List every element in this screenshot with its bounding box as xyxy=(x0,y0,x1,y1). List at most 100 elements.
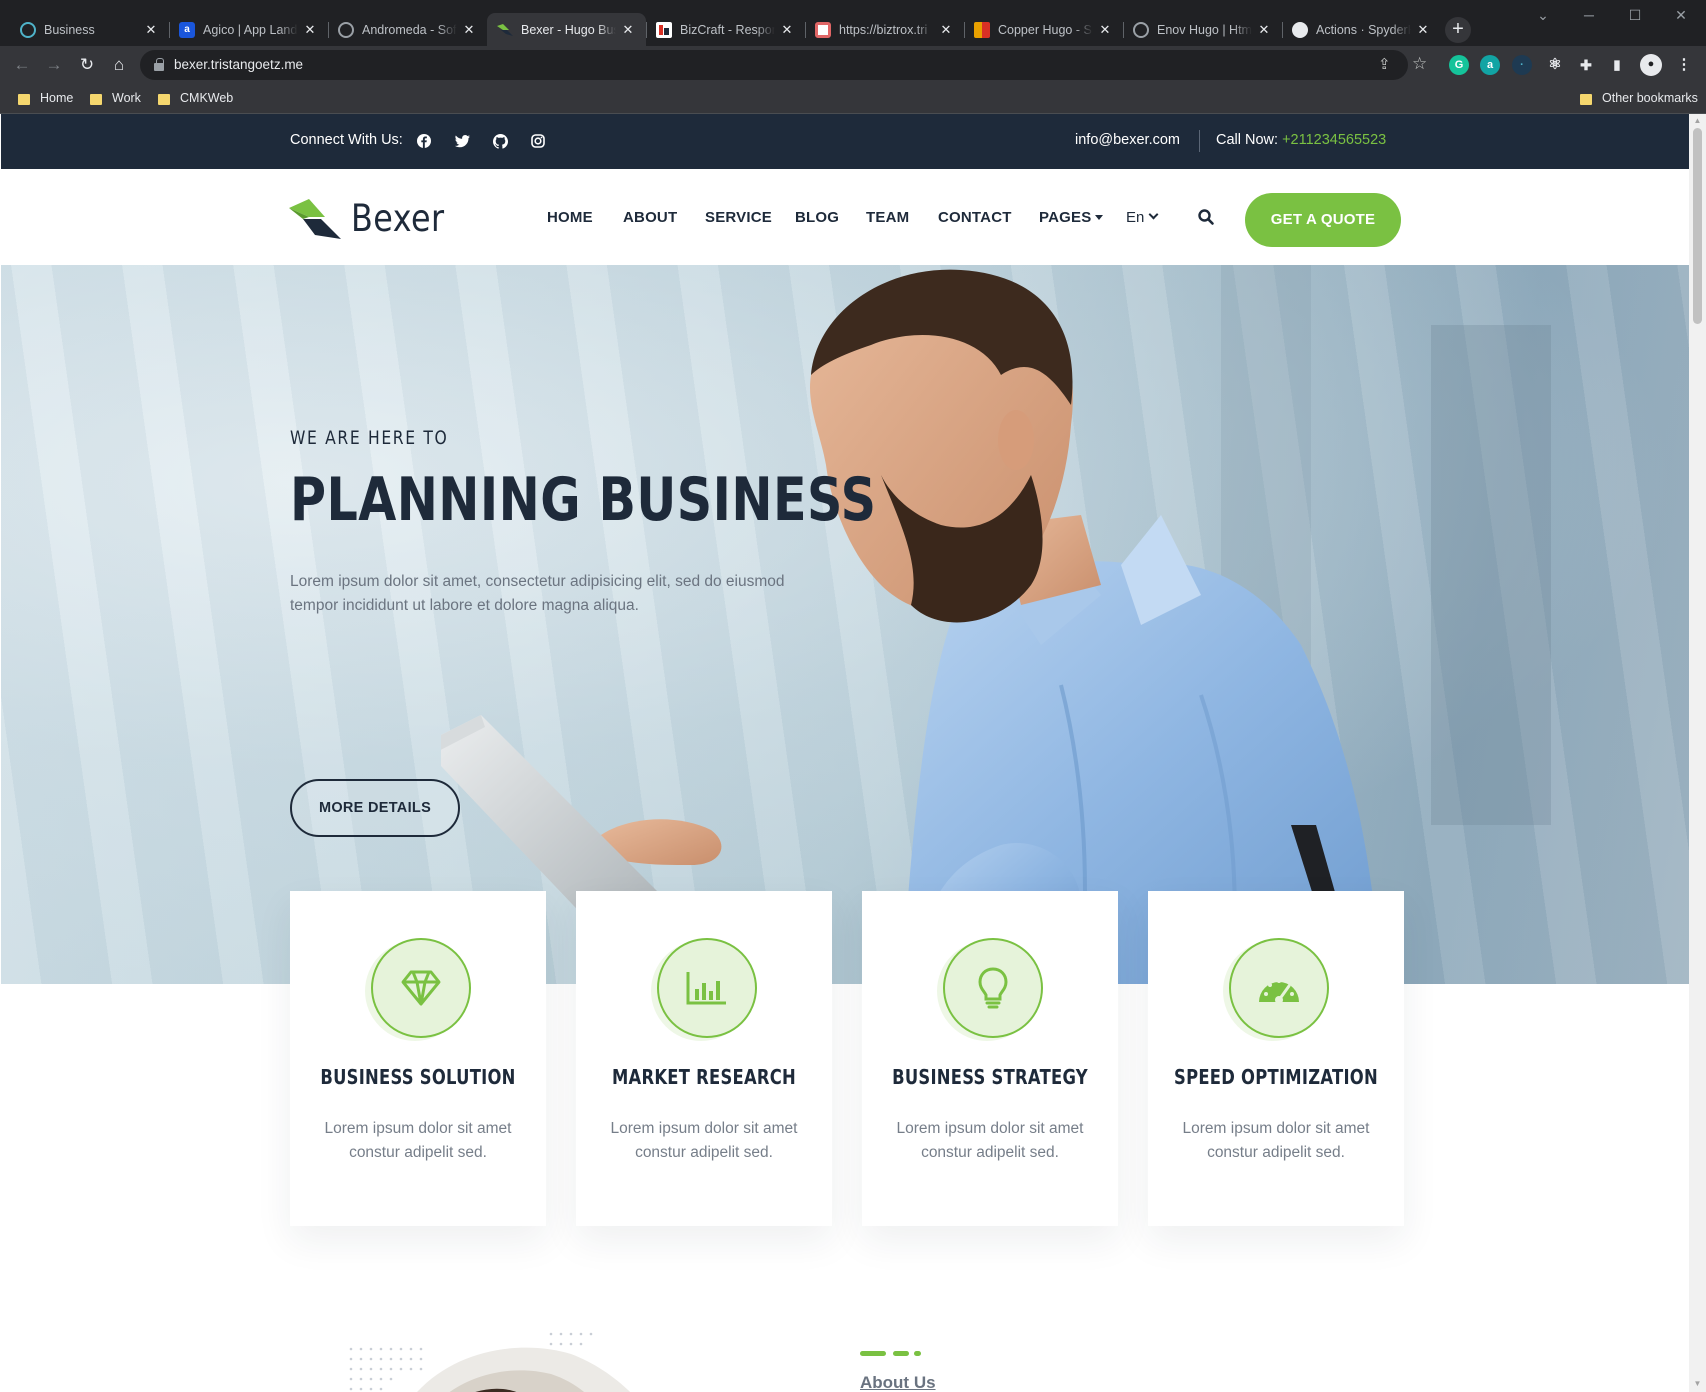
forward-icon[interactable]: → xyxy=(43,54,65,76)
back-icon[interactable]: ← xyxy=(11,54,33,76)
bar-chart-icon xyxy=(657,938,757,1038)
tab-bizcraft[interactable]: BizCraft - Respon ✕ xyxy=(646,13,805,46)
connect-label: Connect With Us: xyxy=(290,132,403,148)
folder-icon xyxy=(1580,93,1592,105)
nav-team[interactable]: TEAM xyxy=(866,209,909,226)
facebook-icon[interactable] xyxy=(412,129,436,153)
call-label: Call Now: xyxy=(1216,132,1279,148)
feature-card[interactable]: BUSINESS SOLUTION Lorem ipsum dolor sit … xyxy=(290,891,546,1226)
globe-icon xyxy=(1133,21,1149,38)
phone-number[interactable]: +211234565523 xyxy=(1282,132,1386,148)
search-icon[interactable] xyxy=(1197,208,1217,228)
close-window-icon[interactable]: ✕ xyxy=(1658,0,1704,30)
speedometer-icon xyxy=(1229,938,1329,1038)
feature-card[interactable]: MARKET RESEARCH Lorem ipsum dolor sit am… xyxy=(576,891,832,1226)
url-text[interactable]: bexer.tristangoetz.me xyxy=(174,57,303,72)
close-tab-icon[interactable]: ✕ xyxy=(1256,22,1272,38)
get-quote-button[interactable]: GET A QUOTE xyxy=(1245,193,1401,247)
tab-title: Business xyxy=(44,22,95,37)
more-details-button[interactable]: MORE DETAILS xyxy=(290,779,460,837)
scroll-up-icon[interactable]: ▲ xyxy=(1693,117,1702,125)
tab-agico[interactable]: a Agico | App Landi ✕ xyxy=(169,13,328,46)
about-us-label[interactable]: About Us xyxy=(860,1373,936,1392)
bexer-logo-icon[interactable] xyxy=(289,197,345,246)
language-label: En xyxy=(1126,209,1145,226)
grammarly-icon[interactable]: G xyxy=(1449,55,1469,75)
instagram-icon[interactable] xyxy=(526,129,550,153)
tab-strip: Business ✕ a Agico | App Landi ✕ Androme… xyxy=(0,0,1706,46)
nav-service[interactable]: SERVICE xyxy=(705,209,772,226)
nav-about[interactable]: ABOUT xyxy=(623,209,677,226)
nav-contact[interactable]: CONTACT xyxy=(938,209,1012,226)
extension-dot-icon[interactable]: · xyxy=(1512,55,1532,75)
feature-text: Lorem ipsum dolor sit amet constur adipe… xyxy=(610,1120,798,1161)
bookmark-star-icon[interactable]: ☆ xyxy=(1412,54,1427,74)
feature-card[interactable]: BUSINESS STRATEGY Lorem ipsum dolor sit … xyxy=(862,891,1118,1226)
tab-enov[interactable]: Enov Hugo | Htm ✕ xyxy=(1123,13,1282,46)
extensions-puzzle-icon[interactable]: ✚ xyxy=(1576,55,1596,75)
react-devtools-icon[interactable]: ⚛ xyxy=(1545,55,1565,75)
feature-title: SPEED OPTIMIZATION xyxy=(1174,1065,1378,1089)
logo-text[interactable]: Bexer xyxy=(351,197,445,240)
bookmarks-bar: Home Work CMKWeb Other bookmarks xyxy=(0,84,1706,114)
call-now[interactable]: Call Now: +211234565523 xyxy=(1216,132,1386,148)
language-select[interactable]: En xyxy=(1126,209,1159,226)
twitter-icon[interactable] xyxy=(450,129,474,153)
tab-title: Agico | App Landi xyxy=(203,22,298,37)
close-tab-icon[interactable]: ✕ xyxy=(143,22,159,38)
section-divider xyxy=(914,1351,921,1356)
tab-search-icon[interactable]: ⌄ xyxy=(1520,0,1566,30)
contact-email[interactable]: info@bexer.com xyxy=(1075,132,1180,148)
folder-icon xyxy=(18,93,30,105)
close-tab-icon[interactable]: ✕ xyxy=(938,22,954,38)
bexer-logo-icon xyxy=(497,22,513,38)
tab-title: Enov Hugo | Htm xyxy=(1157,22,1252,37)
home-icon[interactable]: ⌂ xyxy=(108,54,130,76)
profile-avatar[interactable]: ● xyxy=(1640,54,1662,76)
share-icon[interactable]: ⇪ xyxy=(1378,55,1391,73)
extension-a-icon[interactable]: a xyxy=(1480,55,1500,75)
lock-icon[interactable] xyxy=(154,58,164,71)
tab-biztrox[interactable]: https://biztrox.tri ✕ xyxy=(805,13,964,46)
other-bookmarks[interactable]: Other bookmarks xyxy=(1580,91,1698,105)
feature-card[interactable]: SPEED OPTIMIZATION Lorem ipsum dolor sit… xyxy=(1148,891,1404,1226)
tab-title: Copper Hugo - Sr xyxy=(998,22,1093,37)
tab-title: Andromeda - Sof xyxy=(362,22,457,37)
site-header: Bexer HOME ABOUT SERVICE BLOG TEAM CONTA… xyxy=(1,169,1689,265)
tab-andromeda[interactable]: Andromeda - Sof ✕ xyxy=(328,13,487,46)
reload-icon[interactable]: ↻ xyxy=(76,54,98,76)
github-icon[interactable] xyxy=(488,129,512,153)
nav-blog[interactable]: BLOG xyxy=(795,209,839,226)
tab-copper[interactable]: Copper Hugo - Sr ✕ xyxy=(964,13,1123,46)
close-tab-icon[interactable]: ✕ xyxy=(779,22,795,38)
maximize-icon[interactable]: ☐ xyxy=(1612,0,1658,30)
address-bar[interactable]: bexer.tristangoetz.me ⇪ ☆ xyxy=(140,50,1427,80)
tab-bexer[interactable]: Bexer - Hugo Busi ✕ xyxy=(487,13,646,46)
top-info-bar: Connect With Us: info@bexer.com Call Now… xyxy=(1,114,1689,169)
nav-home[interactable]: HOME xyxy=(547,209,593,226)
bizcraft-icon xyxy=(656,21,672,38)
minimize-icon[interactable]: ─ xyxy=(1566,0,1612,30)
more-menu-icon[interactable]: ⋮ xyxy=(1674,55,1694,75)
hero-businessman-image xyxy=(441,265,1551,984)
new-tab-button[interactable]: + xyxy=(1445,17,1471,43)
close-tab-icon[interactable]: ✕ xyxy=(620,22,636,38)
close-tab-icon[interactable]: ✕ xyxy=(461,22,477,38)
bookmark-label: CMKWeb xyxy=(180,91,234,105)
scroll-thumb[interactable] xyxy=(1693,128,1702,324)
close-tab-icon[interactable]: ✕ xyxy=(1415,22,1431,38)
feature-text: Lorem ipsum dolor sit amet constur adipe… xyxy=(324,1120,512,1161)
tab-title: Bexer - Hugo Busi xyxy=(521,22,616,37)
browser-toolbar: ← → ↻ ⌂ bexer.tristangoetz.me ⇪ ☆ G a · … xyxy=(0,46,1706,84)
nav-pages[interactable]: PAGES xyxy=(1039,209,1104,226)
close-tab-icon[interactable]: ✕ xyxy=(302,22,318,38)
tab-business[interactable]: Business ✕ xyxy=(10,13,169,46)
tab-actions[interactable]: Actions · SpyderH ✕ xyxy=(1282,13,1441,46)
scroll-down-icon[interactable]: ▼ xyxy=(1693,1380,1702,1388)
side-panel-icon[interactable]: ▮ xyxy=(1607,55,1627,75)
bookmark-home[interactable]: Home xyxy=(18,91,73,105)
bookmark-work[interactable]: Work xyxy=(90,91,141,105)
page-scrollbar[interactable]: ▲ ▼ xyxy=(1689,114,1706,1392)
close-tab-icon[interactable]: ✕ xyxy=(1097,22,1113,38)
bookmark-cmkweb[interactable]: CMKWeb xyxy=(158,91,233,105)
